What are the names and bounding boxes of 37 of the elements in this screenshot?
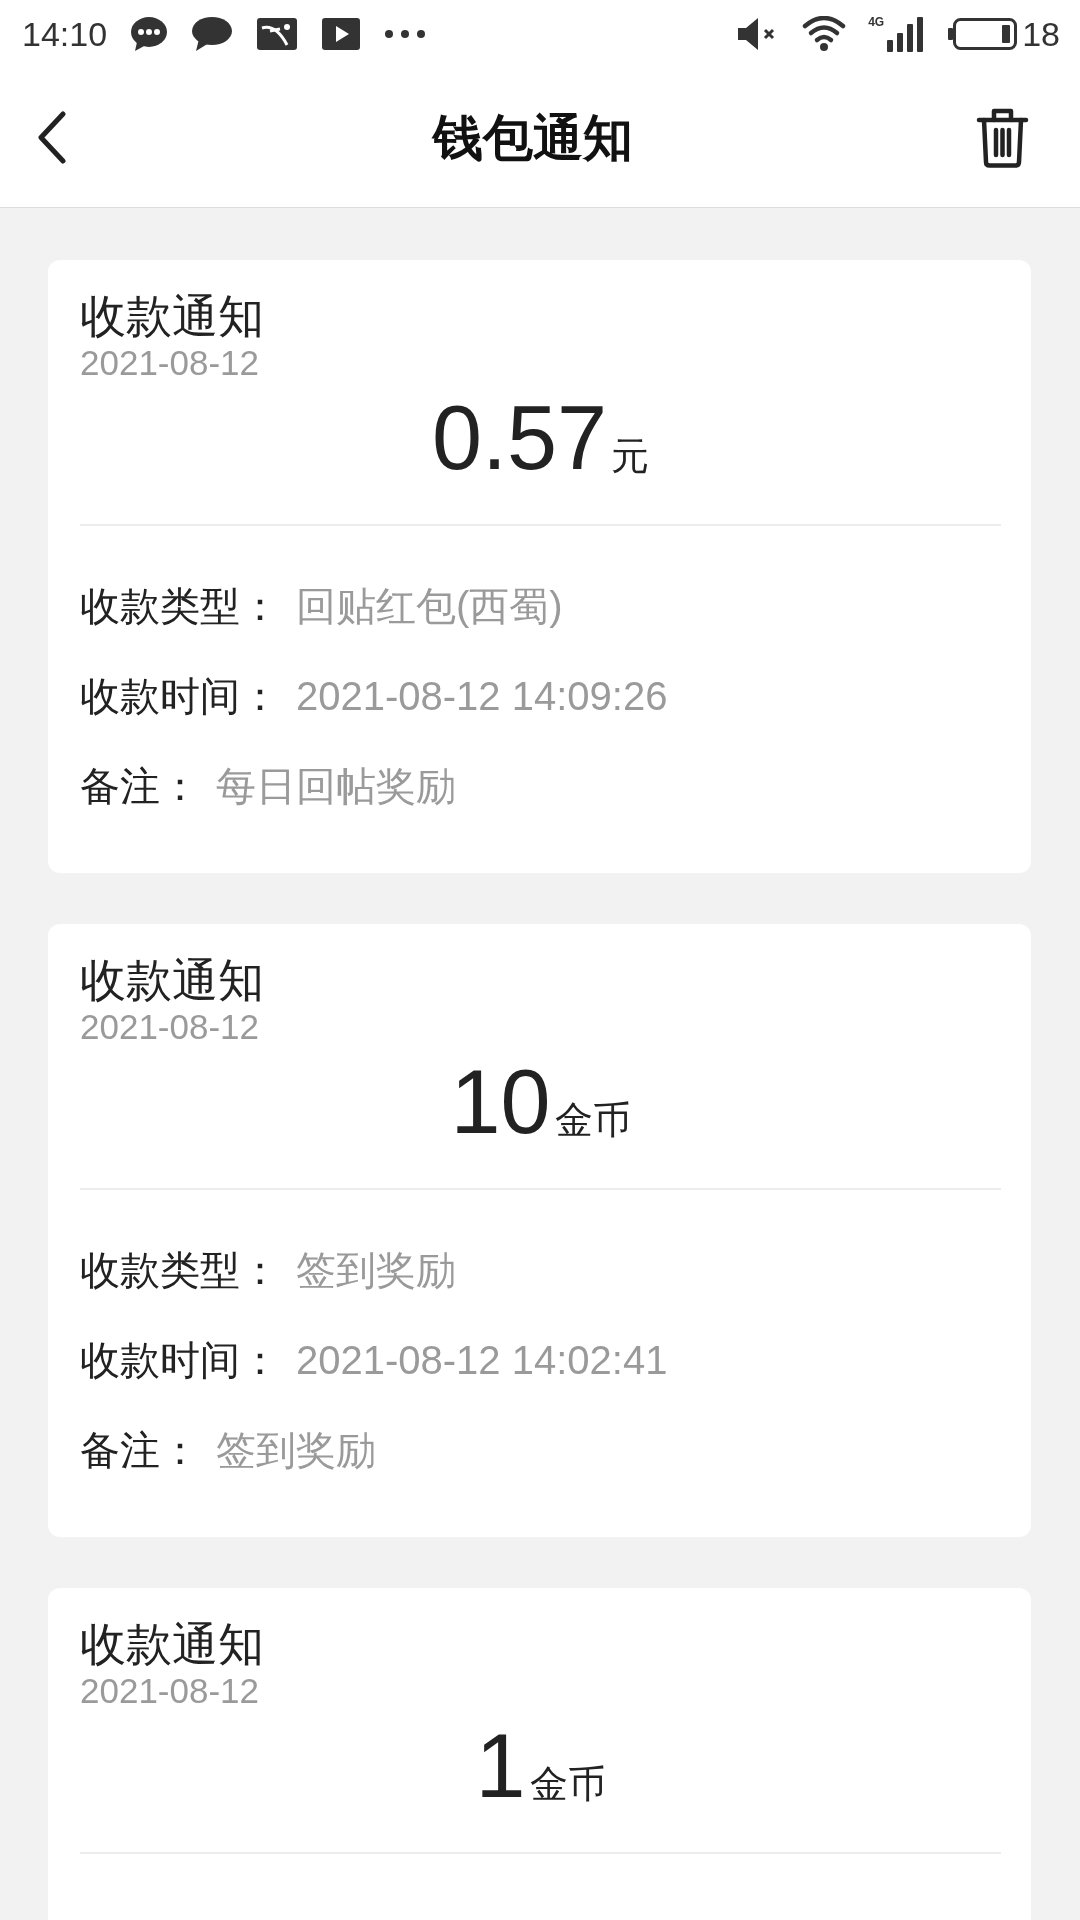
card-title: 收款通知 <box>80 289 265 343</box>
amount-unit: 元 <box>611 434 650 478</box>
amount-unit: 金币 <box>554 1098 631 1142</box>
detail-label: 备注： <box>80 763 200 810</box>
detail-value: 2021-08-12 14:09:26 <box>296 673 668 720</box>
chat-bubble-icon <box>130 16 169 52</box>
battery-icon <box>948 18 1018 50</box>
card-title: 收款通知 <box>80 1617 265 1671</box>
detail-value: 签到奖励 <box>296 1247 456 1294</box>
image-icon <box>256 17 299 51</box>
detail-value: 2021-08-12 14:02:41 <box>296 1337 668 1384</box>
card-title: 收款通知 <box>80 953 265 1007</box>
detail-label: 收款类型： <box>80 1247 280 1294</box>
page-title: 钱包通知 <box>433 108 633 168</box>
network-type: 4G <box>868 16 885 29</box>
card-date: 2021-08-12 <box>80 1007 261 1047</box>
amount-value: 10 <box>450 1052 551 1152</box>
detail-label: 收款时间： <box>80 1337 280 1384</box>
detail-value: 每日回帖奖励 <box>216 763 456 810</box>
amount-value: 1 <box>475 1716 526 1816</box>
wifi-icon <box>802 16 847 52</box>
back-icon[interactable] <box>37 111 67 164</box>
more-dots-icon <box>384 29 427 39</box>
amount-unit: 金币 <box>529 1762 606 1806</box>
detail-label: 收款类型： <box>80 583 280 630</box>
detail-value: 签到奖励 <box>216 1427 376 1474</box>
amount-value: 0.57 <box>431 388 608 488</box>
battery-percent: 18 <box>1022 14 1060 54</box>
trash-icon[interactable] <box>976 107 1029 168</box>
detail-label: 备注： <box>80 1427 200 1474</box>
card-date: 2021-08-12 <box>80 1671 261 1711</box>
detail-label: 收款时间： <box>80 673 280 720</box>
play-icon <box>321 17 362 51</box>
card-date: 2021-08-12 <box>80 343 261 383</box>
status-time: 14:10 <box>22 14 108 54</box>
speech-bubble-icon <box>191 16 234 52</box>
detail-value: 回贴红包(西蜀) <box>296 583 563 630</box>
